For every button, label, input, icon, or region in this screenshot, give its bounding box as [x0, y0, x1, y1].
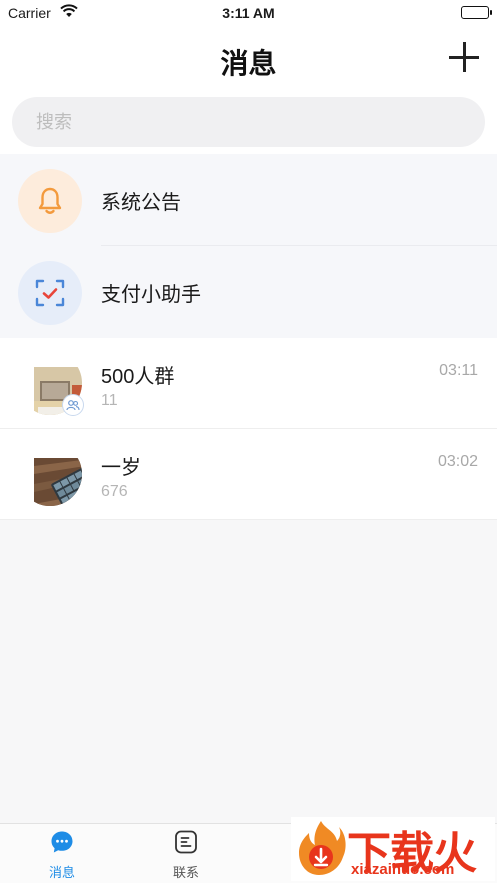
chat-list: 500人群 11 03:11 一岁 676 03:02 [0, 338, 497, 520]
tab-label: 消息 [48, 865, 75, 880]
tab-label: 联系 [172, 865, 199, 880]
status-bar: Carrier 3:11 AM [0, 0, 497, 28]
bell-icon [18, 169, 82, 233]
chat-name: 一岁 [101, 457, 141, 479]
tab-contacts[interactable]: 联系 [124, 824, 248, 883]
chat-item[interactable]: 500人群 11 03:11 [0, 338, 497, 429]
chat-item[interactable]: 一岁 676 03:02 [0, 429, 497, 520]
payment-assistant-label: 支付小助手 [101, 284, 201, 306]
system-items: 系统公告 支付小助手 [0, 154, 497, 338]
contacts-icon [174, 830, 198, 854]
watermark-brand-en: xiazaihuo.com [351, 861, 455, 878]
tab-messages[interactable]: 消息 [0, 824, 124, 883]
status-time: 3:11 AM [222, 5, 275, 21]
flame-logo-icon [295, 819, 347, 877]
chat-name: 500人群 [101, 366, 175, 388]
group-badge-icon [62, 394, 84, 416]
chat-time: 03:11 [439, 362, 478, 379]
payment-assistant-item[interactable]: 支付小助手 [0, 246, 497, 338]
chat-preview: 11 [101, 392, 118, 409]
page-title: 消息 [220, 48, 277, 79]
search-bar [0, 88, 497, 154]
system-announcement-item[interactable]: 系统公告 [0, 154, 497, 246]
system-announcement-label: 系统公告 [101, 192, 181, 214]
chat-bubble-icon [50, 830, 74, 854]
search-input[interactable] [12, 97, 485, 147]
watermark-logo: 下载火 xiazaihuo.com [291, 817, 495, 881]
scan-check-icon [18, 261, 82, 325]
chat-time: 03:02 [437, 453, 478, 470]
divider [0, 519, 497, 520]
add-icon[interactable] [449, 42, 479, 72]
nav-bar: 消息 [0, 28, 497, 88]
chat-preview: 676 [101, 483, 128, 500]
user-avatar [18, 442, 82, 506]
battery-icon [461, 6, 492, 19]
